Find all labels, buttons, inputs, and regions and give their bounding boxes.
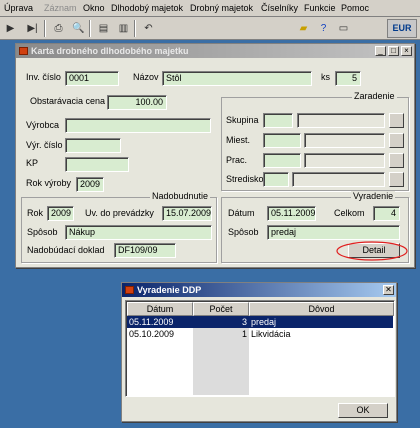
asset-card-title: Karta drobného dlhodobého majetku — [31, 46, 189, 56]
miest-label: Miest. — [226, 135, 251, 145]
ok-button[interactable]: OK — [338, 403, 388, 418]
asset-card-titlebar[interactable]: Karta drobného dlhodobého majetku _ □ × — [16, 44, 414, 58]
disposal-total-label: Celkom — [334, 208, 365, 218]
app-icon — [125, 286, 134, 294]
serial-number-label: Výr. číslo — [26, 140, 63, 150]
kp-label: KP — [26, 158, 39, 168]
asset-card-window: Karta drobného dlhodobého majetku _ □ × … — [15, 43, 415, 268]
table-row[interactable]: 05.10.2009 1 Likvidácia — [127, 328, 393, 340]
ks-label: ks — [321, 72, 330, 82]
disposal-date-field[interactable]: 05.11.2009 — [267, 206, 316, 221]
skupina-label: Skupina — [226, 115, 259, 125]
manufacturer-field[interactable] — [65, 118, 211, 133]
manufacturer-label: Výrobca — [26, 120, 60, 130]
menu-zaznam: Záznam — [44, 3, 77, 13]
print-icon[interactable]: ⎙ — [50, 20, 67, 37]
zaradenie-title: Zaradenie — [352, 91, 397, 101]
row-datum: 05.10.2009 — [129, 329, 175, 339]
menu-ciselniky[interactable]: Číselníky — [261, 3, 298, 13]
miest-desc-field — [304, 133, 385, 148]
serial-number-field[interactable] — [65, 138, 121, 153]
maximize-button[interactable]: □ — [388, 46, 399, 56]
disposal-list[interactable]: Dátum Počet Dôvod 05.11.2009 3 predaj 05… — [125, 300, 395, 397]
menu-uprava[interactable]: Úprava — [4, 3, 33, 13]
disposal-date-label: Dátum — [228, 208, 255, 218]
disposal-dialog: Vyradenie DDP ✕ Dátum Počet Dôvod 05.11.… — [121, 282, 397, 422]
table-row[interactable]: 05.11.2009 3 predaj — [127, 316, 393, 328]
stredisko-desc-field — [292, 172, 385, 187]
disposal-total-field[interactable]: 4 — [373, 206, 400, 221]
uv-date-field[interactable]: 15.07.2009 — [162, 206, 212, 221]
acq-year-label: Rok — [27, 208, 44, 218]
menu-okno[interactable]: Okno — [83, 3, 105, 13]
vyradenie-title: Vyradenie — [351, 191, 396, 201]
prac-label: Prac. — [226, 155, 248, 165]
row-dovod: Likvidácia — [251, 329, 291, 339]
acq-method-label: Spôsob — [27, 227, 58, 237]
minimize-button[interactable]: _ — [375, 46, 386, 56]
inv-number-label: Inv. číslo — [26, 72, 61, 82]
ks-field[interactable]: 5 — [335, 71, 361, 86]
print-preview-icon[interactable]: 🔍 — [70, 20, 87, 37]
row-dovod: predaj — [251, 317, 277, 327]
inv-number-field[interactable]: 0001 — [65, 71, 119, 86]
prac-code-field[interactable] — [263, 153, 301, 168]
dialog-close-button[interactable]: ✕ — [383, 285, 394, 295]
help-icon[interactable]: ? — [315, 20, 332, 37]
menu-drobny-majetok[interactable]: Drobný majetok — [190, 3, 253, 13]
disposal-method-field[interactable]: predaj — [267, 225, 400, 240]
miest-lookup-button[interactable] — [389, 133, 404, 148]
undo-icon[interactable]: ↶ — [140, 20, 157, 37]
prac-lookup-button[interactable] — [389, 153, 404, 168]
folder-icon[interactable]: ▰ — [295, 20, 312, 37]
stredisko-label: Stredisko — [226, 174, 264, 184]
toolbar: ▶ ▶| ⎙ 🔍 ▤ ▥ ↶ ▰ ? ▭ EUR — [0, 17, 420, 40]
monitor-icon[interactable]: ▭ — [335, 20, 352, 37]
acq-year-field[interactable]: 2009 — [47, 206, 74, 221]
miest-code-field[interactable] — [263, 133, 301, 148]
prac-desc-field — [304, 153, 385, 168]
column-header-datum[interactable]: Dátum — [127, 302, 193, 316]
year-made-label: Rok výroby — [26, 178, 72, 188]
skupina-code-field[interactable] — [263, 113, 293, 128]
year-made-field[interactable]: 2009 — [76, 177, 104, 192]
app-icon — [19, 47, 28, 55]
uv-date-label: Uv. do prevádzky — [85, 208, 154, 218]
row-pocet: 3 — [241, 317, 247, 327]
acq-doc-field[interactable]: DF109/09 — [114, 243, 176, 258]
column-header-dovod[interactable]: Dôvod — [249, 302, 394, 316]
disposal-dialog-titlebar[interactable]: Vyradenie DDP ✕ — [122, 283, 396, 297]
play-icon[interactable]: ▶ — [2, 20, 19, 37]
acq-doc-label: Nadobúdací doklad — [27, 245, 105, 255]
name-field[interactable]: Stôl — [162, 71, 312, 86]
last-record-icon[interactable]: ▶| — [24, 20, 41, 37]
skupina-lookup-button[interactable] — [389, 113, 404, 128]
stredisko-code-field[interactable] — [263, 172, 289, 187]
row-pocet: 1 — [241, 329, 247, 339]
menu-dlhodoby-majetok[interactable]: Dlhodobý majetok — [111, 3, 183, 13]
currency-button[interactable]: EUR — [387, 19, 417, 38]
close-button[interactable]: × — [401, 46, 412, 56]
menu-bar: Úprava Záznam Okno Dlhodobý majetok Drob… — [0, 0, 420, 17]
stredisko-lookup-button[interactable] — [389, 172, 404, 187]
column-header-pocet[interactable]: Počet — [193, 302, 249, 316]
price-field[interactable]: 100.00 — [107, 95, 167, 110]
price-label: Obstarávacia cena — [30, 96, 106, 106]
disposal-method-label: Spôsob — [228, 227, 259, 237]
export-icon[interactable]: ▤ — [95, 20, 112, 37]
row-datum: 05.11.2009 — [129, 317, 174, 327]
menu-funkcie[interactable]: Funkcie — [304, 3, 336, 13]
skupina-desc-field — [297, 113, 385, 128]
nadobudnutie-title: Nadobudnutie — [150, 191, 211, 201]
name-label: Názov — [133, 72, 159, 82]
menu-pomoc[interactable]: Pomoc — [341, 3, 369, 13]
save-icon[interactable]: ▥ — [115, 20, 132, 37]
disposal-dialog-title: Vyradenie DDP — [137, 285, 202, 295]
kp-field[interactable] — [65, 157, 129, 172]
acq-method-field[interactable]: Nákup — [65, 225, 212, 240]
detail-annotation-ellipse — [336, 241, 408, 261]
